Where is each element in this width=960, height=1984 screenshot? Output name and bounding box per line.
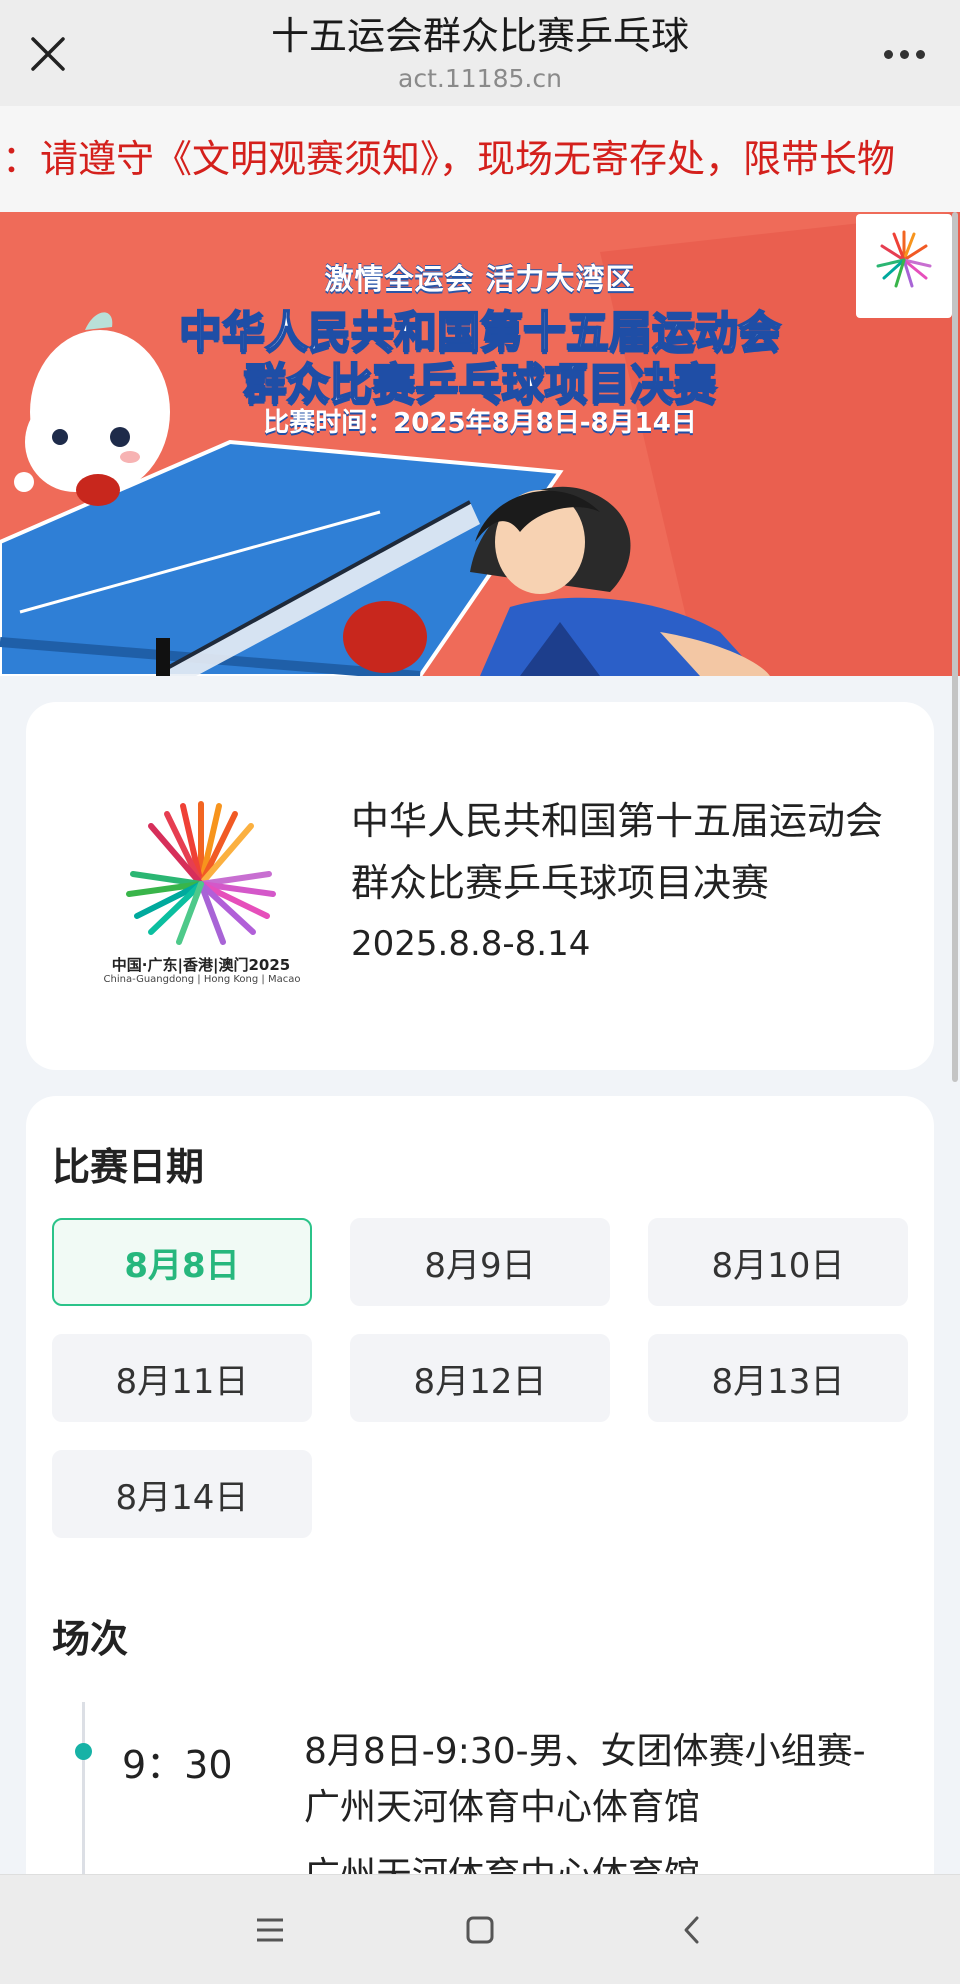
date-option[interactable]: 8月14日 [52, 1450, 312, 1538]
more-icon-dot [899, 49, 909, 59]
banner-date: 比赛时间：2025年8月8日-8月14日 [263, 408, 697, 438]
logo-caption-en: China-Guangdong | Hong Kong | Macao [103, 974, 301, 985]
games-logo-icon [876, 230, 932, 288]
page-title: 十五运会群众比赛乒乓球 [270, 14, 689, 58]
more-button[interactable] [874, 30, 934, 78]
date-option[interactable]: 8月13日 [648, 1334, 908, 1422]
date-option-selected[interactable]: 8月8日 [52, 1218, 312, 1306]
home-button[interactable] [450, 1903, 510, 1957]
sessions-heading: 场次 [52, 1617, 129, 1661]
back-button[interactable] [662, 1903, 722, 1957]
session-time[interactable]: 9：30 [122, 1734, 233, 1789]
system-nav-bar [0, 1874, 960, 1984]
browser-top-bar: 十五运会群众比赛乒乓球 act.11185.cn [0, 0, 960, 106]
page-title-area: 十五运会群众比赛乒乓球 act.11185.cn [160, 12, 800, 96]
dates-heading: 比赛日期 [52, 1145, 205, 1189]
event-info-card: 中国·广东|香港|澳门2025 China-Guangdong | Hong K… [26, 702, 934, 1070]
notice-marquee: 示：请遵守《文明观赛须知》，现场无寄存处，限带长物 [0, 106, 960, 212]
date-option[interactable]: 8月10日 [648, 1218, 908, 1306]
session-description[interactable]: 8月8日-9:30-男、女团体赛小组赛-广州天河体育中心体育馆 [304, 1724, 884, 1836]
scrollbar[interactable] [952, 212, 958, 1082]
event-banner: 激情全运会 活力大湾区 中华人民共和国第十五届运动会 群众比赛乒乓球项目决赛 比… [0, 212, 960, 676]
event-title: 中华人民共和国第十五届运动会群众比赛乒乓球项目决赛 [351, 799, 884, 905]
date-option[interactable]: 8月11日 [52, 1334, 312, 1422]
home-icon [466, 1916, 494, 1944]
banner-logo [856, 214, 952, 318]
more-icon-dot [915, 49, 925, 59]
schedule-card: 比赛日期 8月8日 8月9日 8月10日 8月11日 8月12日 8月13日 8… [26, 1096, 934, 1984]
close-icon [31, 37, 65, 71]
notice-text: 示：请遵守《文明观赛须知》，现场无寄存处，限带长物 [0, 137, 896, 181]
date-option[interactable]: 8月12日 [350, 1334, 610, 1422]
logo-caption: 中国·广东|香港|澳门2025 [111, 956, 291, 974]
back-icon [684, 1916, 699, 1944]
more-icon [883, 49, 893, 59]
menu-icon [257, 1918, 283, 1942]
date-selector: 8月8日 8月9日 8月10日 8月11日 8月12日 8月13日 8月14日 [52, 1218, 908, 1538]
menu-button[interactable] [240, 1903, 300, 1957]
date-option[interactable]: 8月9日 [350, 1218, 610, 1306]
close-button[interactable] [22, 28, 74, 80]
timeline-dot [75, 1743, 92, 1760]
event-date: 2025.8.8-8.14 [351, 924, 591, 964]
banner-slogan: 激情全运会 活力大湾区 [324, 262, 636, 296]
page-url: act.11185.cn [398, 64, 562, 93]
